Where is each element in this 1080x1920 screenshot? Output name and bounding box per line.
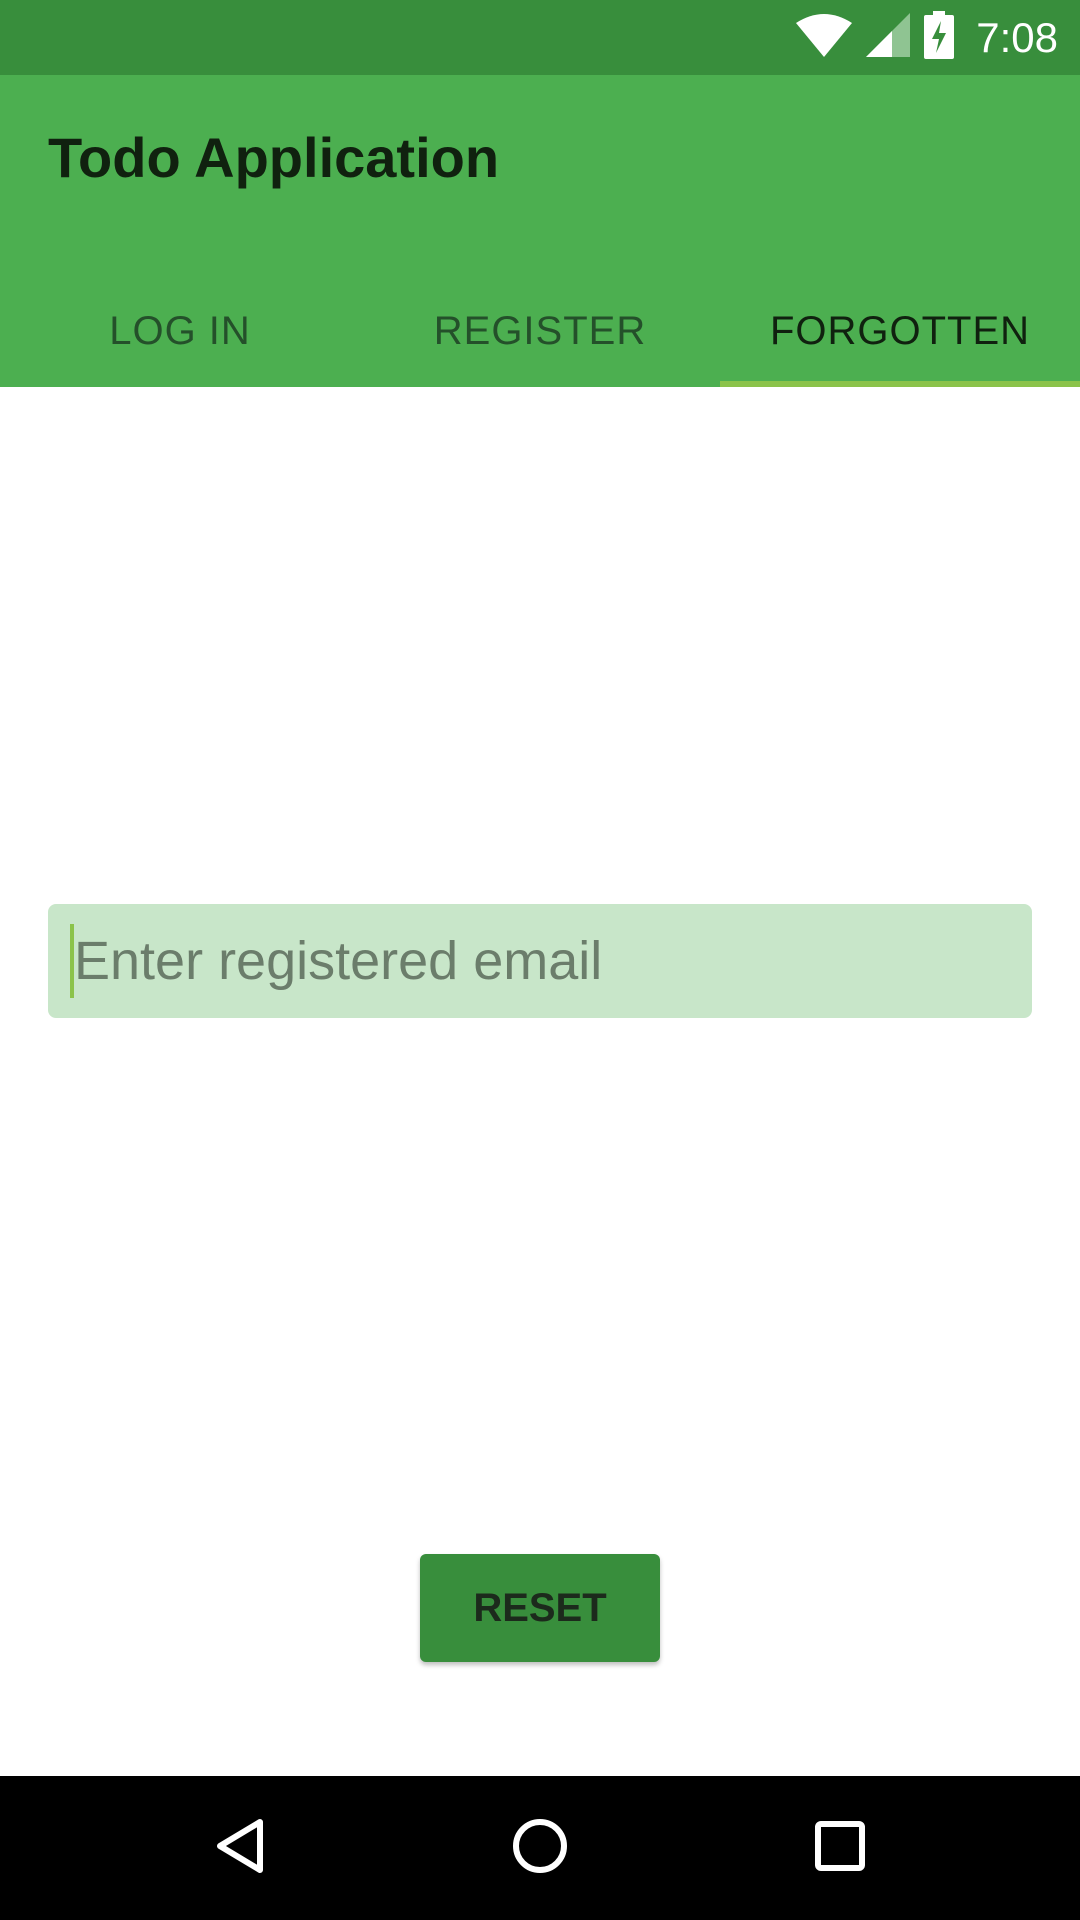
home-icon (510, 1816, 570, 1881)
email-field[interactable] (74, 921, 1004, 1001)
status-time: 7:08 (976, 13, 1058, 61)
tab-label: FORGOTTEN (769, 308, 1031, 353)
screen: 7:08 Todo Application LOG IN REGISTER FO… (0, 0, 1080, 1920)
tab-bar: LOG IN REGISTER FORGOTTEN (0, 275, 1080, 387)
back-icon (210, 1816, 270, 1881)
tab-forgotten[interactable]: FORGOTTEN (720, 275, 1080, 387)
navigation-bar (0, 1776, 1080, 1920)
status-bar: 7:08 (0, 0, 1080, 75)
recents-icon (812, 1818, 868, 1879)
cell-signal-icon (866, 13, 911, 62)
app-bar: Todo Application LOG IN REGISTER FORGOTT… (0, 75, 1080, 387)
tab-label: REGISTER (433, 308, 647, 353)
tab-label: LOG IN (109, 308, 251, 353)
recents-button[interactable] (760, 1776, 920, 1920)
home-button[interactable] (460, 1776, 620, 1920)
reset-button[interactable]: RESET (420, 1554, 660, 1662)
app-title: Todo Application (48, 126, 500, 189)
back-button[interactable] (160, 1776, 320, 1920)
tab-register[interactable]: REGISTER (360, 275, 720, 387)
wifi-icon (796, 13, 853, 62)
email-field-container[interactable] (48, 904, 1032, 1018)
battery-charging-icon (924, 11, 955, 64)
tab-log-in[interactable]: LOG IN (0, 275, 360, 387)
status-icons: 7:08 (796, 0, 1058, 75)
tab-indicator (720, 381, 1080, 387)
